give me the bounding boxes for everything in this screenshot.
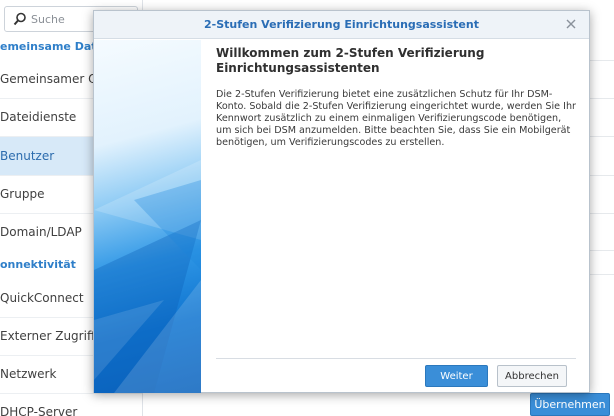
list-divider [590, 60, 614, 61]
search-placeholder: Suche [31, 13, 65, 26]
apply-button[interactable]: Übernehmen [530, 393, 610, 416]
banner-graphic [94, 160, 201, 393]
list-divider [590, 250, 614, 251]
wizard-banner [94, 40, 201, 393]
list-divider [590, 175, 614, 176]
list-divider [590, 274, 614, 275]
list-divider [590, 213, 614, 214]
list-divider [590, 136, 614, 137]
dialog-title: 2-Stufen Verifizierung Einrichtungsassis… [204, 18, 479, 31]
wizard-heading: Willkommen zum 2-Stufen Verifizierung Ei… [216, 46, 485, 75]
close-icon[interactable] [563, 16, 579, 32]
cancel-button[interactable]: Abbrechen [497, 365, 567, 387]
wizard-description: Die 2-Stufen Verifizierung bietet eine z… [216, 89, 576, 148]
section-connectivity: onnektivität [0, 258, 76, 271]
list-divider [590, 98, 614, 99]
wizard-dialog: 2-Stufen Verifizierung Einrichtungsassis… [93, 10, 590, 393]
sidebar-item-dhcp-server[interactable]: DHCP-Server [0, 393, 142, 416]
wizard-content: Willkommen zum 2-Stufen Verifizierung Ei… [216, 46, 576, 149]
next-button[interactable]: Weiter [425, 365, 488, 387]
search-icon [13, 12, 26, 26]
dialog-titlebar[interactable]: 2-Stufen Verifizierung Einrichtungsassis… [94, 11, 589, 39]
footer-divider [216, 358, 576, 359]
